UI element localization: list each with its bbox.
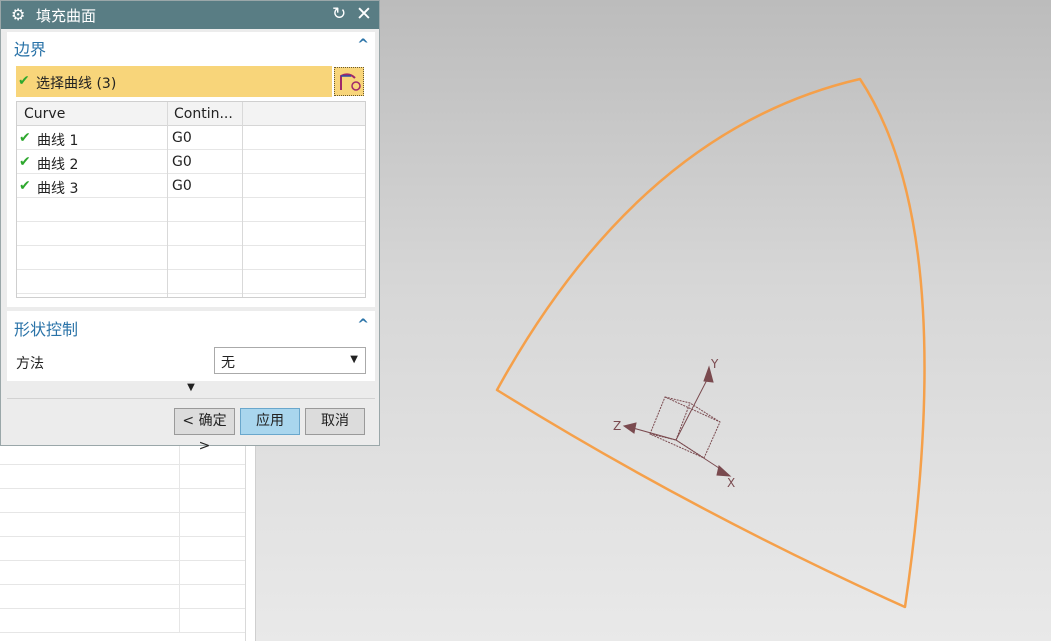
curve-list[interactable]: Curve Contin... ✔ 曲线 1 G0 ✔ 曲线 2 G0 ✔ 曲线… <box>16 101 366 298</box>
select-curve-label: 选择曲线 (3) <box>36 76 117 92</box>
curve-name: 曲线 3 <box>37 181 79 197</box>
curve-name: 曲线 1 <box>37 133 79 149</box>
table-row[interactable]: ✔ 曲线 1 G0 <box>17 126 365 150</box>
method-value: 无 <box>221 355 235 371</box>
chevron-down-icon: ▼ <box>350 354 358 365</box>
checkmark-icon: ✔ <box>19 178 31 194</box>
select-curve-row[interactable]: ✔ 选择曲线 (3) <box>16 66 332 97</box>
column-header-curve[interactable]: Curve <box>24 106 65 122</box>
ok-button[interactable]: < 确定 > <box>174 408 235 454</box>
collapse-shape-control-icon[interactable]: ^ <box>357 317 369 333</box>
fill-surface-dialog: ⚙ 填充曲面 ↻ ✕ 边界 ^ ✔ 选择曲线 (3) Curve Contin.… <box>0 0 380 454</box>
list-header: Curve Contin... <box>17 102 365 126</box>
shape-control-title: 形状控制 <box>14 320 79 339</box>
method-dropdown[interactable]: 无 ▼ <box>214 347 366 374</box>
boundary-curves[interactable] <box>495 77 926 609</box>
y-axis-label: Y <box>710 357 719 371</box>
dialog-titlebar[interactable]: ⚙ 填充曲面 ↻ ✕ <box>1 1 379 29</box>
x-axis-label: X <box>727 476 735 490</box>
close-icon[interactable]: ✕ <box>356 3 372 25</box>
more-options-expander[interactable]: ▼ <box>7 382 375 398</box>
empty-row <box>17 222 365 246</box>
checkmark-icon: ✔ <box>19 130 31 146</box>
curve-select-icon <box>340 73 361 91</box>
cancel-button[interactable]: 取消 <box>305 408 365 435</box>
reset-icon[interactable]: ↻ <box>332 4 346 24</box>
checkmark-icon: ✔ <box>18 73 30 89</box>
boundary-group: 边界 ^ ✔ 选择曲线 (3) Curve Contin... ✔ 曲线 1 G… <box>7 32 375 307</box>
z-axis-label: Z <box>613 419 621 433</box>
dialog-title: 填充曲面 <box>36 7 97 25</box>
column-header-continuity[interactable]: Contin... <box>174 106 233 122</box>
boundary-group-title: 边界 <box>14 40 47 59</box>
table-row[interactable]: ✔ 曲线 2 G0 <box>17 150 365 174</box>
empty-row <box>17 246 365 270</box>
checkmark-icon: ✔ <box>19 154 31 170</box>
method-label: 方法 <box>16 356 44 372</box>
curve-continuity[interactable]: G0 <box>172 154 192 170</box>
table-row[interactable]: ✔ 曲线 3 G0 <box>17 174 365 198</box>
gear-icon: ⚙ <box>11 5 26 24</box>
shape-control-group: 形状控制 ^ 方法 无 ▼ <box>7 311 375 381</box>
collapse-boundary-icon[interactable]: ^ <box>357 37 369 53</box>
curve-selection-button[interactable] <box>334 67 364 96</box>
empty-row <box>17 270 365 294</box>
empty-row <box>17 198 365 222</box>
curve-continuity[interactable]: G0 <box>172 178 192 194</box>
curve-continuity[interactable]: G0 <box>172 130 192 146</box>
curve-name: 曲线 2 <box>37 157 79 173</box>
wcs-triad <box>622 365 732 477</box>
apply-button[interactable]: 应用 <box>240 408 300 435</box>
